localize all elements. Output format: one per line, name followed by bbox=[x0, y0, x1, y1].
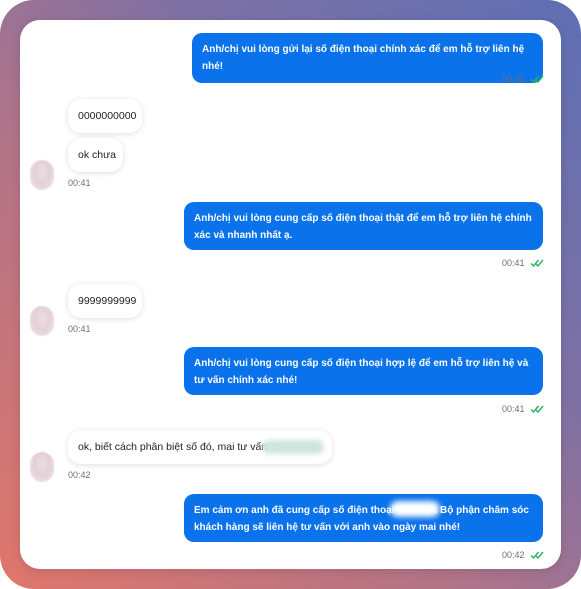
message-text: ok chưa bbox=[78, 149, 116, 161]
message-text: 0000000000 bbox=[78, 110, 137, 122]
message-time: 00:41 bbox=[502, 258, 525, 268]
outgoing-message[interactable]: Anh/chị vui lòng cung cấp số điện thoại … bbox=[184, 347, 543, 395]
message-time: 00:41 bbox=[68, 324, 91, 334]
message-text: Anh/chị vui lòng cung cấp số điện thoại … bbox=[194, 213, 532, 241]
message-text: Anh/chị vui lòng gửi lại số điện thoại c… bbox=[202, 44, 525, 72]
chat-window: Anh/chị vui lòng gửi lại số điện thoại c… bbox=[20, 20, 561, 569]
gradient-frame: Anh/chị vui lòng gửi lại số điện thoại c… bbox=[0, 0, 581, 589]
outgoing-message[interactable]: Anh/chị vui lòng gửi lại số điện thoại c… bbox=[192, 33, 543, 83]
incoming-message[interactable]: ok chưa bbox=[68, 138, 123, 172]
message-time: 00:41 bbox=[68, 178, 91, 188]
redacted-phone-number bbox=[390, 501, 441, 518]
message-text: ok, biết cách phân biệt số đó, mai tư vấ… bbox=[78, 441, 276, 453]
incoming-message[interactable]: ok, biết cách phân biệt số đó, mai tư vấ… bbox=[68, 430, 332, 464]
incoming-message[interactable]: 9999999999 bbox=[68, 284, 142, 318]
incoming-message[interactable]: 0000000000 bbox=[68, 99, 142, 133]
double-check-icon bbox=[530, 259, 544, 267]
outgoing-message[interactable]: Em cảm ơn anh đã cung cấp số điện thoại.… bbox=[184, 494, 543, 542]
message-meta: 00:41 bbox=[502, 74, 544, 84]
message-time: 00:41 bbox=[502, 404, 525, 414]
message-text-part1: Em cảm ơn anh đã cung cấp số điện thoại bbox=[194, 505, 395, 516]
message-meta: 00:41 bbox=[502, 404, 544, 414]
double-check-icon bbox=[530, 405, 544, 413]
message-meta: 00:41 bbox=[502, 258, 544, 268]
message-text: Anh/chị vui lòng cung cấp số điện thoại … bbox=[194, 358, 529, 386]
message-time: 00:42 bbox=[502, 550, 525, 560]
message-time: 00:42 bbox=[68, 470, 91, 480]
outgoing-message[interactable]: Anh/chị vui lòng cung cấp số điện thoại … bbox=[184, 202, 543, 250]
double-check-icon bbox=[530, 75, 544, 83]
blurred-avatar[interactable] bbox=[30, 160, 54, 190]
blurred-avatar[interactable] bbox=[30, 452, 54, 482]
redacted-phone-number bbox=[262, 440, 324, 454]
message-text: 9999999999 bbox=[78, 295, 137, 307]
blurred-avatar[interactable] bbox=[30, 306, 54, 336]
message-time: 00:41 bbox=[502, 74, 525, 84]
double-check-icon bbox=[530, 551, 544, 559]
message-meta: 00:42 bbox=[502, 550, 544, 560]
